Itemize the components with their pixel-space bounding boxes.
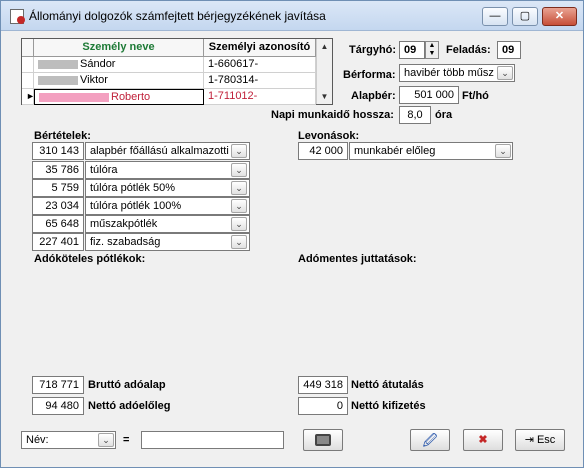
- berforma-label: Bérforma:: [343, 69, 396, 81]
- table-row[interactable]: Sándor: [34, 57, 204, 73]
- chevron-down-icon[interactable]: ⌄: [231, 144, 247, 158]
- adomentes-label: Adómentes juttatások:: [298, 253, 417, 265]
- bertetel-type[interactable]: műszakpótlék: [85, 215, 250, 233]
- napi-unit: óra: [435, 109, 453, 121]
- feladas-field[interactable]: 09: [497, 41, 521, 59]
- chevron-down-icon[interactable]: ⌄: [98, 433, 114, 447]
- esc-label: Esc: [536, 434, 556, 446]
- spin-up-icon[interactable]: ▲: [426, 42, 438, 50]
- levonas-type[interactable]: munkabér előleg: [349, 142, 513, 160]
- spin-down-icon[interactable]: ▼: [426, 50, 438, 58]
- levonasok-label: Levonások:: [298, 130, 360, 142]
- person-id[interactable]: 1-711012-: [204, 89, 316, 105]
- table-row[interactable]: Roberto: [34, 89, 204, 105]
- title-bar: Állományi dolgozók számfejtett bérjegyzé…: [1, 1, 583, 31]
- adokoteles-label: Adóköteles pótlékok:: [34, 253, 146, 265]
- redacted-block: [38, 75, 78, 85]
- person-name: Viktor: [80, 74, 108, 86]
- chevron-down-icon[interactable]: ⌄: [231, 181, 247, 195]
- bertetel-value[interactable]: 65 648: [32, 215, 84, 233]
- printer-icon: [315, 434, 331, 447]
- brutto-label: Bruttó adóalap: [88, 379, 166, 391]
- bertetel-value[interactable]: 23 034: [32, 197, 84, 215]
- grid-corner: [22, 39, 34, 57]
- chevron-down-icon[interactable]: ⌄: [231, 217, 247, 231]
- levonas-value[interactable]: 42 000: [298, 142, 348, 160]
- bertetel-value[interactable]: 5 759: [32, 179, 84, 197]
- bertetel-type[interactable]: túlóra pótlék 50%: [85, 179, 250, 197]
- person-name: Sándor: [80, 58, 116, 70]
- door-exit-icon: ⇥: [524, 434, 534, 446]
- bertetelek-label: Bértételek:: [34, 130, 91, 142]
- targyho-label: Tárgyhó:: [349, 44, 397, 56]
- maximize-button[interactable]: ▢: [512, 7, 538, 26]
- col-name-header[interactable]: Személy neve: [34, 39, 204, 57]
- alapber-unit: Ft/hó: [462, 90, 489, 102]
- netto-kifiz-label: Nettó kifizetés: [351, 400, 426, 412]
- scroll-down-icon[interactable]: ▼: [319, 91, 330, 102]
- alapber-field[interactable]: 501 000: [399, 86, 459, 104]
- netto-kifiz-field: 0: [298, 397, 348, 415]
- redacted-block: [38, 59, 78, 69]
- minimize-button[interactable]: —: [482, 7, 508, 26]
- person-grid[interactable]: Személy neve Személyi azonosító Sándor 1…: [21, 38, 333, 105]
- table-row[interactable]: Viktor: [34, 73, 204, 89]
- row-selector[interactable]: [22, 57, 34, 73]
- scroll-up-icon[interactable]: ▲: [319, 41, 330, 52]
- chevron-down-icon[interactable]: ⌄: [231, 163, 247, 177]
- equals-label: =: [123, 434, 130, 446]
- exit-button[interactable]: ⇥ Esc: [515, 429, 565, 451]
- save-edit-icon: 🖉: [422, 432, 438, 448]
- bertetel-value[interactable]: 227 401: [32, 233, 84, 251]
- person-name: Roberto: [111, 91, 151, 103]
- netto-atut-field: 449 318: [298, 376, 348, 394]
- bertetel-type[interactable]: túlóra: [85, 161, 250, 179]
- napi-field[interactable]: 8,0: [399, 106, 431, 124]
- print-button[interactable]: [303, 429, 343, 451]
- bertetel-type[interactable]: alapbér főállású alkalmazotti: [85, 142, 250, 160]
- close-button[interactable]: ✕: [542, 7, 577, 26]
- person-id[interactable]: 1-780314-: [204, 73, 316, 89]
- window-title: Állományi dolgozók számfejtett bérjegyzé…: [29, 9, 326, 23]
- redacted-block: [39, 92, 109, 102]
- targyho-field[interactable]: 09: [399, 41, 425, 59]
- bertetel-type[interactable]: túlóra pótlék 100%: [85, 197, 250, 215]
- chevron-down-icon[interactable]: ⌄: [495, 144, 511, 158]
- targyho-spinner[interactable]: ▲ ▼: [425, 41, 439, 59]
- brutto-field: 718 771: [32, 376, 84, 394]
- feladas-label: Feladás:: [446, 44, 491, 56]
- bertetel-type[interactable]: fiz. szabadság: [85, 233, 250, 251]
- chevron-down-icon[interactable]: ⌄: [497, 66, 513, 80]
- row-selector[interactable]: [22, 73, 34, 89]
- chevron-down-icon[interactable]: ⌄: [231, 235, 247, 249]
- delete-icon: ✖: [478, 434, 488, 446]
- netto-elo-label: Nettó adóelőleg: [88, 400, 171, 412]
- delete-button[interactable]: ✖: [463, 429, 503, 451]
- grid-scrollbar[interactable]: ▲ ▼: [316, 39, 332, 104]
- netto-elo-field: 94 480: [32, 397, 84, 415]
- filter-value-input[interactable]: [141, 431, 284, 449]
- app-window: Állományi dolgozók számfejtett bérjegyzé…: [0, 0, 584, 468]
- document-icon: [10, 9, 25, 24]
- netto-atut-label: Nettó átutalás: [351, 379, 424, 391]
- person-id[interactable]: 1-660617-: [204, 57, 316, 73]
- napi-label: Napi munkaidő hossza:: [271, 109, 394, 121]
- bertetel-value[interactable]: 35 786: [32, 161, 84, 179]
- col-id-header[interactable]: Személyi azonosító: [204, 39, 316, 57]
- bertetel-value[interactable]: 310 143: [32, 142, 84, 160]
- current-row-arrow-icon: ►: [22, 89, 34, 105]
- chevron-down-icon[interactable]: ⌄: [231, 199, 247, 213]
- save-button[interactable]: 🖉: [410, 429, 450, 451]
- alapber-label: Alapbér:: [351, 90, 396, 102]
